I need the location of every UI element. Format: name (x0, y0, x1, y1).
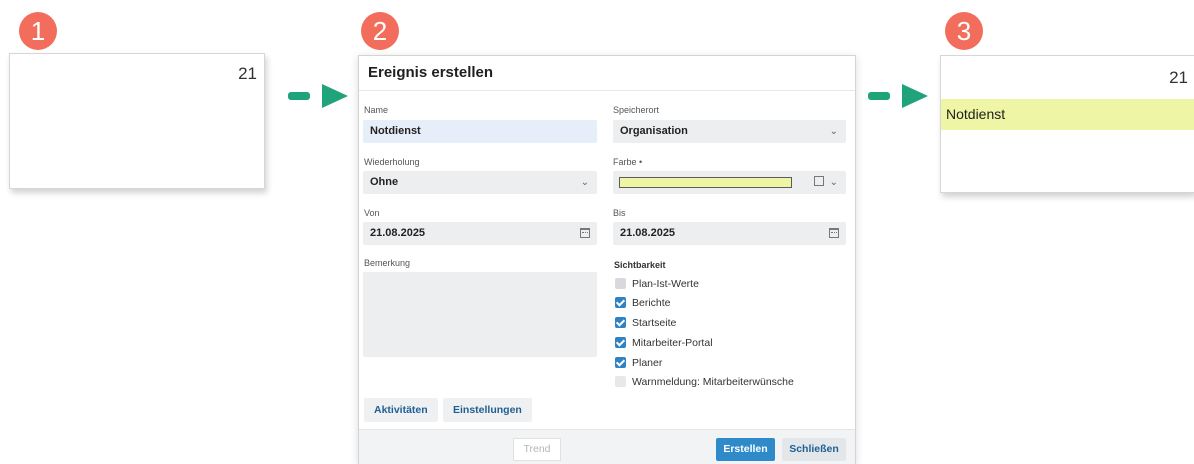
arrow-right-icon (868, 84, 928, 108)
option-label: Berichte (632, 297, 671, 309)
activities-button[interactable]: Aktivitäten (364, 398, 438, 422)
day-number: 21 (1169, 68, 1188, 87)
remark-label: Bemerkung (364, 258, 411, 268)
visibility-option-warnmeldung[interactable]: Warnmeldung: Mitarbeiterwünsche (615, 376, 794, 390)
chevron-down-icon: ⌄ (580, 177, 589, 188)
color-swatch (619, 177, 792, 188)
calendar-icon[interactable] (580, 228, 590, 238)
from-date-input[interactable]: 21.08.2025 (363, 222, 597, 245)
dialog-footer: Trend Erstellen Schließen (359, 429, 855, 464)
repeat-select[interactable]: Ohne ⌄ (363, 171, 597, 194)
location-label: Speicherort (613, 105, 660, 115)
location-value: Organisation (620, 125, 688, 137)
calendar-icon[interactable] (829, 228, 839, 238)
remark-textarea[interactable] (363, 272, 597, 357)
calendar-day-cell-with-event[interactable]: 21 Notdienst (940, 55, 1194, 193)
dialog-divider (359, 90, 855, 91)
chevron-down-icon: ⌄ (829, 126, 838, 137)
option-label: Planer (632, 357, 663, 369)
calendar-day-cell-empty[interactable]: 21 (9, 53, 265, 189)
option-label: Startseite (632, 317, 677, 329)
location-select[interactable]: Organisation ⌄ (613, 120, 846, 143)
visibility-option-plan-ist-werte[interactable]: Plan-Ist-Werte (615, 278, 699, 292)
repeat-value: Ohne (370, 176, 399, 188)
step-3-badge: 3 (945, 12, 983, 50)
create-event-dialog: Ereignis erstellen Name Notdienst Speich… (358, 55, 856, 464)
calendar-event[interactable]: Notdienst (941, 99, 1194, 130)
chevron-down-icon[interactable]: ⌄ (830, 171, 838, 194)
arrow-right-icon (288, 84, 348, 108)
to-date-input[interactable]: 21.08.2025 (613, 222, 846, 245)
option-label: Mitarbeiter-Portal (632, 337, 713, 349)
option-label: Plan-Ist-Werte (632, 278, 699, 290)
checkbox-unchecked[interactable] (615, 376, 626, 387)
edit-icon[interactable] (814, 176, 824, 186)
settings-button[interactable]: Einstellungen (443, 398, 532, 422)
checkbox-checked[interactable] (615, 337, 626, 348)
name-label: Name (364, 105, 389, 115)
step-2-badge: 2 (361, 12, 399, 50)
visibility-option-startseite[interactable]: Startseite (615, 317, 676, 331)
checkbox-checked[interactable] (615, 317, 626, 328)
trend-button[interactable]: Trend (513, 438, 561, 461)
checkbox-checked[interactable] (615, 357, 626, 368)
name-input[interactable]: Notdienst (363, 120, 597, 143)
visibility-option-planer[interactable]: Planer (615, 357, 662, 371)
close-button[interactable]: Schließen (782, 438, 846, 461)
visibility-option-berichte[interactable]: Berichte (615, 297, 671, 311)
from-date-value: 21.08.2025 (370, 227, 426, 239)
to-label: Bis (613, 208, 626, 218)
option-label: Warnmeldung: Mitarbeiterwünsche (632, 376, 794, 388)
day-number: 21 (238, 64, 257, 83)
create-button[interactable]: Erstellen (716, 438, 775, 461)
from-label: Von (364, 208, 380, 218)
checkbox-unchecked[interactable] (615, 278, 626, 289)
color-picker[interactable]: ⌄ (613, 171, 846, 194)
visibility-label: Sichtbarkeit (614, 260, 666, 270)
step-1-badge: 1 (19, 12, 57, 50)
to-date-value: 21.08.2025 (620, 227, 676, 239)
dialog-title: Ereignis erstellen (368, 64, 494, 81)
checkbox-checked[interactable] (615, 297, 626, 308)
visibility-option-mitarbeiter-portal[interactable]: Mitarbeiter-Portal (615, 337, 713, 351)
repeat-label: Wiederholung (364, 157, 420, 167)
color-label: Farbe • (613, 157, 643, 167)
